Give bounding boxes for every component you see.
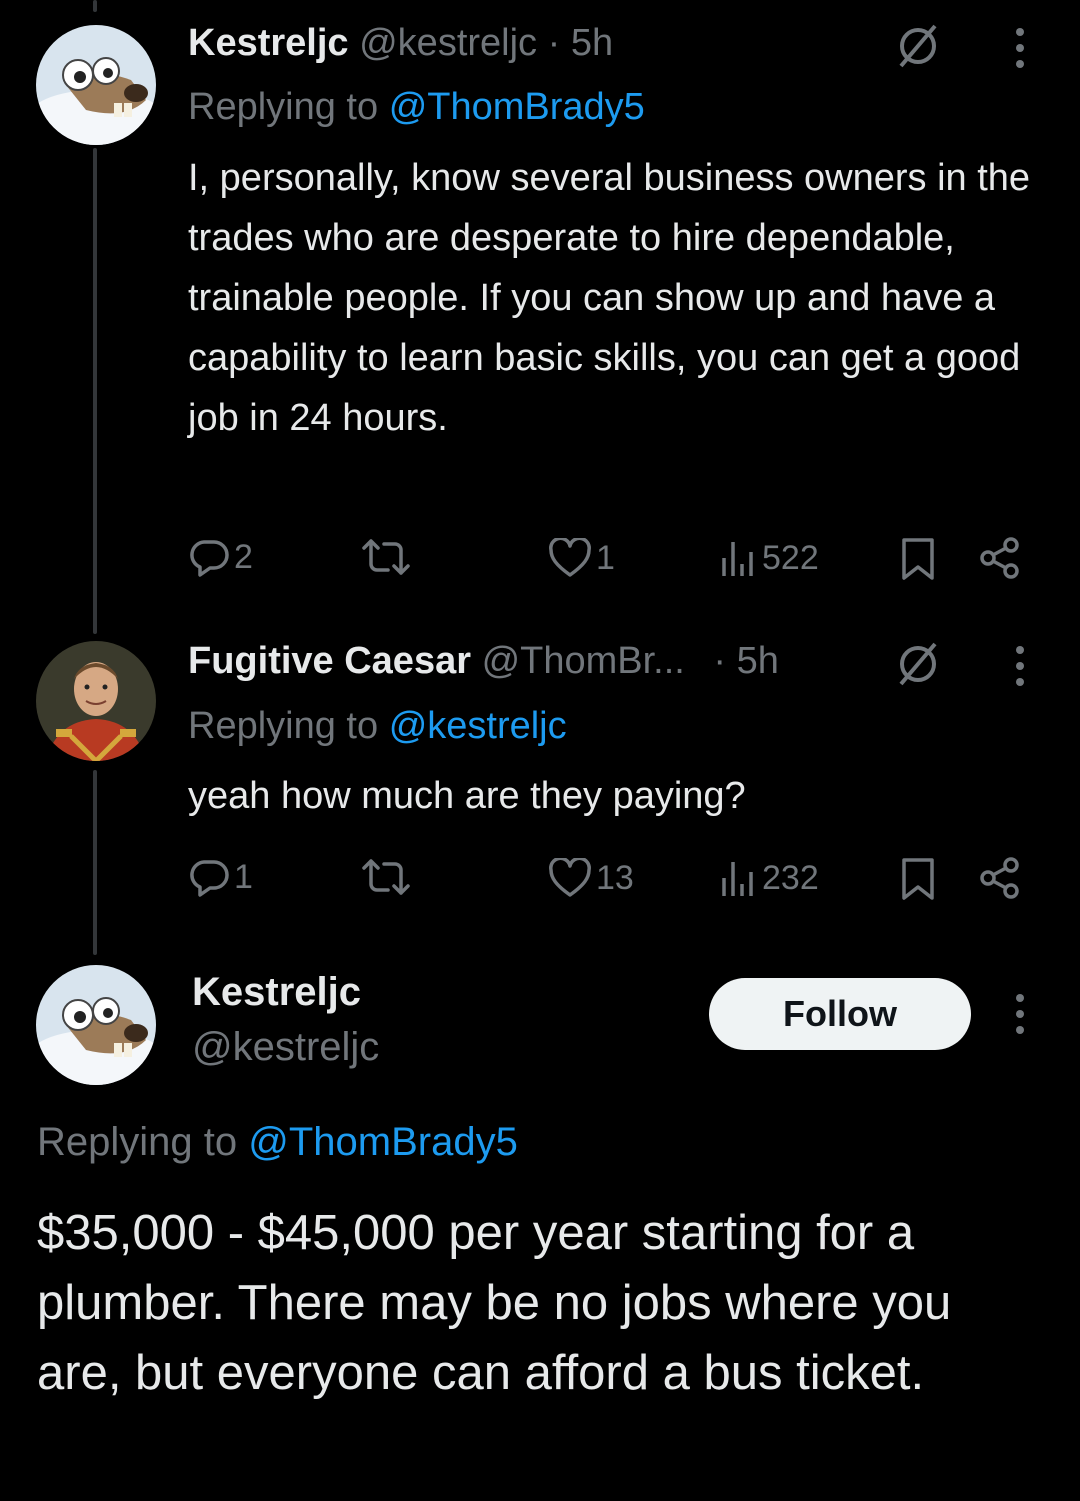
replying-prefix: Replying to <box>188 86 379 128</box>
replying-prefix: Replying to <box>37 1120 238 1164</box>
retweet-button[interactable] <box>360 536 412 578</box>
tweet-text: $35,000 - $45,000 per year starting for … <box>37 1206 952 1400</box>
like-icon <box>549 858 591 897</box>
mention-link[interactable]: @ThomBrady5 <box>389 86 645 128</box>
handle[interactable]: @ThomBr... <box>482 640 685 682</box>
more-icon[interactable] <box>1014 644 1026 688</box>
views-button[interactable]: 232 <box>718 858 819 898</box>
display-name[interactable]: Kestreljc <box>192 970 361 1015</box>
reply-count: 2 <box>234 537 253 576</box>
like-count: 1 <box>596 538 615 577</box>
like-icon <box>549 538 591 577</box>
tweet-text: I, personally, know several business own… <box>188 157 1031 439</box>
avatar-image <box>36 641 156 761</box>
avatar[interactable] <box>36 25 156 145</box>
timestamp[interactable]: · 5h <box>713 640 778 682</box>
avatar[interactable] <box>36 965 156 1085</box>
like-button[interactable]: 1 <box>548 538 615 578</box>
reply-count: 1 <box>234 857 253 896</box>
replying-to: Replying to @ThomBrady5 <box>188 84 645 130</box>
tweet-text: yeah how much are they paying? <box>188 775 746 817</box>
reply-button[interactable]: 1 <box>188 856 253 898</box>
reply-button[interactable]: 2 <box>188 536 253 578</box>
views-icon <box>722 862 753 896</box>
tweet-header: Kestreljc @kestreljc · 5h <box>188 20 613 66</box>
timestamp[interactable]: · 5h <box>548 22 613 64</box>
views-icon <box>722 542 753 576</box>
tweet-header: Fugitive Caesar @ThomBr... · 5h <box>188 638 779 684</box>
share-icon <box>980 537 1019 579</box>
share-button[interactable] <box>978 536 1022 580</box>
more-icon[interactable] <box>1014 992 1026 1036</box>
display-name[interactable]: Kestreljc <box>188 22 349 64</box>
reply-icon <box>190 540 229 577</box>
avatar-image <box>36 25 156 145</box>
retweet-button[interactable] <box>360 856 412 898</box>
more-icon[interactable] <box>1014 26 1026 70</box>
grok-icon[interactable] <box>893 24 943 68</box>
mention-link[interactable]: @ThomBrady5 <box>248 1120 518 1164</box>
avatar[interactable] <box>36 641 156 761</box>
share-icon <box>980 857 1019 899</box>
view-count: 522 <box>762 538 819 577</box>
thread-line-top <box>93 0 97 12</box>
thread-line-2 <box>93 770 97 955</box>
display-name[interactable]: Fugitive Caesar <box>188 640 471 682</box>
mention-link[interactable]: @kestreljc <box>389 705 567 747</box>
replying-to: Replying to @ThomBrady5 <box>37 1120 518 1165</box>
bookmark-button[interactable] <box>900 537 936 581</box>
handle[interactable]: @kestreljc <box>359 22 537 64</box>
bookmark-button[interactable] <box>900 857 936 901</box>
replying-prefix: Replying to <box>188 705 379 747</box>
share-button[interactable] <box>978 856 1022 900</box>
like-button[interactable]: 13 <box>548 858 634 898</box>
grok-icon[interactable] <box>893 642 943 686</box>
views-button[interactable]: 522 <box>718 538 819 578</box>
avatar-image <box>36 965 156 1085</box>
thread-line-1 <box>93 148 97 634</box>
replying-to: Replying to @kestreljc <box>188 703 567 749</box>
bookmark-icon <box>902 538 934 580</box>
retweet-icon <box>362 539 410 575</box>
view-count: 232 <box>762 858 819 897</box>
reply-icon <box>190 860 229 897</box>
bookmark-icon <box>902 858 934 900</box>
retweet-icon <box>362 859 410 895</box>
like-count: 13 <box>596 858 634 897</box>
follow-button[interactable]: Follow <box>709 978 971 1050</box>
handle[interactable]: @kestreljc <box>192 1025 379 1070</box>
